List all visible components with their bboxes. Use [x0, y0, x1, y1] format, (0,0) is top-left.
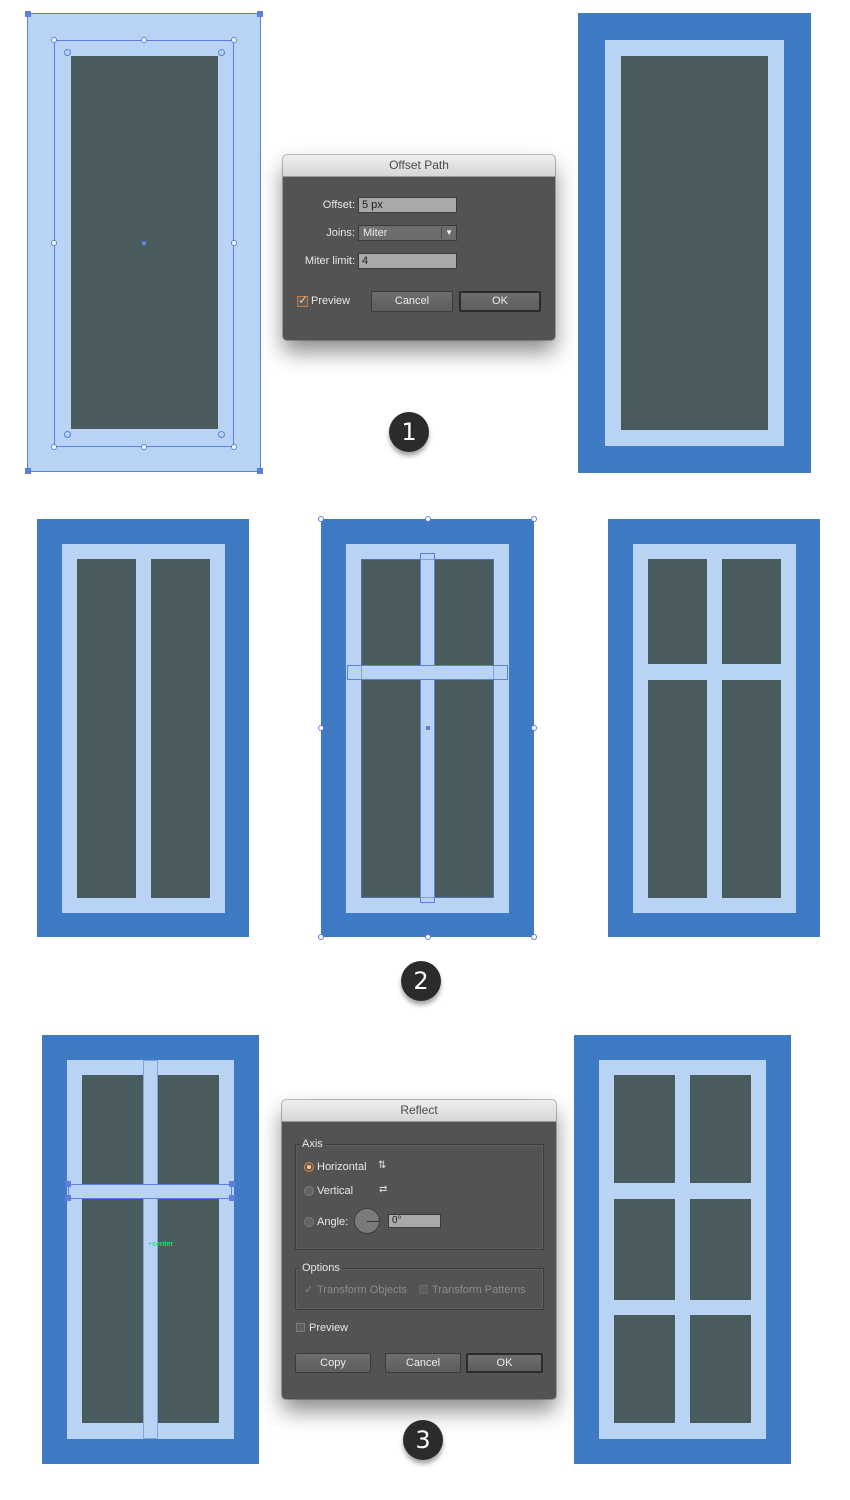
handle-bottom-left[interactable]	[65, 1195, 71, 1201]
dialog-title: Offset Path	[283, 155, 555, 177]
reflect-vertical-icon: ⇄	[379, 1184, 388, 1195]
step-badge-1: 1	[389, 412, 429, 452]
angle-radio[interactable]	[304, 1217, 314, 1227]
smart-guide-center-label: +center	[148, 1241, 173, 1248]
angle-dial-needle	[367, 1221, 379, 1222]
offset-input[interactable]: 5 px	[358, 197, 457, 213]
chevron-down-icon: ▼	[445, 228, 453, 237]
horizontal-radio[interactable]	[304, 1162, 314, 1172]
cancel-button[interactable]: Cancel	[385, 1353, 461, 1373]
corner-widget-tl[interactable]	[63, 48, 71, 56]
corner-widget-tr[interactable]	[217, 48, 225, 56]
dialog-title: Reflect	[282, 1100, 556, 1122]
options-group-label: Options	[300, 1262, 342, 1274]
copy-button[interactable]: Copy	[295, 1353, 371, 1373]
handle-top-right[interactable]	[229, 1181, 235, 1187]
handle-bottom-left[interactable]	[318, 934, 324, 940]
pane-right	[151, 559, 210, 898]
handle-top-left[interactable]	[25, 11, 31, 17]
pane-left	[82, 1075, 143, 1423]
handle-bottom-mid[interactable]	[425, 934, 431, 940]
preview-checkbox[interactable]: ✓	[297, 293, 309, 307]
miter-limit-input[interactable]: 4	[358, 253, 457, 269]
handle-inner-mid-left[interactable]	[51, 240, 57, 246]
handle-inner-top-right[interactable]	[231, 37, 237, 43]
angle-label: Angle:	[317, 1216, 349, 1228]
corner-widget-bl[interactable]	[63, 430, 71, 438]
smart-guide-text: center	[152, 1241, 174, 1248]
ok-button[interactable]: OK	[459, 291, 541, 312]
offset-label: Offset:	[322, 199, 355, 211]
transform-patterns-checkbox[interactable]	[419, 1285, 428, 1294]
handle-mid-right[interactable]	[531, 725, 537, 731]
transform-objects-label[interactable]: Transform Objects	[317, 1284, 407, 1296]
handle-top-left[interactable]	[65, 1181, 71, 1187]
vertical-radio[interactable]	[304, 1186, 314, 1196]
angle-dial[interactable]	[354, 1208, 380, 1234]
transform-objects-checkbox[interactable]: ✓	[304, 1283, 313, 1296]
handle-inner-bottom-mid[interactable]	[141, 444, 147, 450]
preview-label[interactable]: Preview	[309, 1322, 348, 1334]
angle-input[interactable]: 0°	[388, 1214, 441, 1228]
handle-inner-top-left[interactable]	[51, 37, 57, 43]
pane-middle-left	[614, 1199, 675, 1300]
ok-button[interactable]: OK	[466, 1353, 543, 1373]
pane-bottom-left	[614, 1315, 675, 1423]
cancel-button[interactable]: Cancel	[371, 291, 453, 312]
handle-bottom-right[interactable]	[531, 934, 537, 940]
pane-middle-right	[690, 1199, 751, 1300]
handle-inner-top-mid[interactable]	[141, 37, 147, 43]
miter-limit-label: Miter limit:	[304, 255, 355, 267]
handle-top-mid[interactable]	[425, 516, 431, 522]
pane-top-left	[614, 1075, 675, 1183]
reflect-horizontal-icon: ⇅	[378, 1160, 387, 1171]
joins-value: Miter	[363, 227, 388, 239]
handle-top-right[interactable]	[531, 516, 537, 522]
pane-bottom-right	[690, 1315, 751, 1423]
pane-top-left	[648, 559, 707, 664]
vertical-label[interactable]: Vertical	[317, 1185, 353, 1197]
pane-left	[77, 559, 136, 898]
pane-bottom-right	[722, 680, 781, 898]
handle-mid-left[interactable]	[318, 725, 324, 731]
handle-inner-bottom-right[interactable]	[231, 444, 237, 450]
transform-patterns-label[interactable]: Transform Patterns	[432, 1284, 526, 1296]
step-badge-2: 2	[401, 961, 441, 1001]
pane-right	[158, 1075, 219, 1423]
handle-top-left[interactable]	[318, 516, 324, 522]
preview-label[interactable]: Preview	[311, 295, 350, 307]
center-point	[426, 726, 430, 730]
window-glass	[621, 56, 768, 430]
horizontal-mullion-selected[interactable]	[68, 1184, 232, 1199]
preview-checkbox[interactable]	[296, 1323, 305, 1332]
pane-bottom-left	[648, 680, 707, 898]
axis-group-label: Axis	[300, 1138, 325, 1150]
corner-widget-br[interactable]	[217, 430, 225, 438]
joins-label: Joins:	[326, 227, 355, 239]
handle-inner-bottom-left[interactable]	[51, 444, 57, 450]
pane-top-right	[690, 1075, 751, 1183]
handle-bottom-right[interactable]	[229, 1195, 235, 1201]
vertical-mullion	[143, 1060, 158, 1439]
handle-bottom-left[interactable]	[25, 468, 31, 474]
joins-select[interactable]: Miter ▼	[358, 225, 457, 241]
reflect-dialog: Reflect Axis Horizontal ⇅ Vertical ⇄ Ang…	[282, 1100, 556, 1399]
step-badge-3: 3	[403, 1420, 443, 1460]
handle-top-right[interactable]	[257, 11, 263, 17]
center-point	[142, 241, 146, 245]
offset-path-dialog: Offset Path Offset: 5 px Joins: Miter ▼ …	[283, 155, 555, 340]
pane-top-right	[722, 559, 781, 664]
axis-group	[295, 1144, 544, 1250]
select-separator	[441, 227, 442, 239]
checkmark-icon: ✓	[298, 293, 309, 307]
handle-inner-mid-right[interactable]	[231, 240, 237, 246]
handle-bottom-right[interactable]	[257, 468, 263, 474]
horizontal-label[interactable]: Horizontal	[317, 1161, 367, 1173]
